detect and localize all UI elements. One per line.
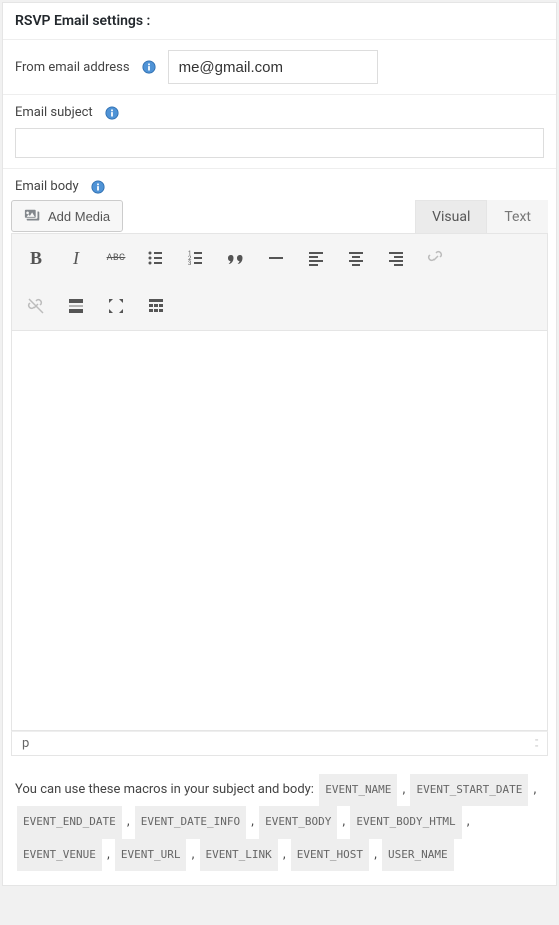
subject-label: Email subject — [15, 105, 93, 120]
resize-handle[interactable]: ······ — [534, 738, 537, 750]
from-email-label: From email address — [15, 60, 130, 75]
bullet-list-button[interactable] — [138, 240, 174, 276]
link-button[interactable] — [418, 240, 454, 276]
align-left-button[interactable] — [298, 240, 334, 276]
info-icon[interactable] — [105, 106, 119, 120]
unlink-button[interactable] — [18, 288, 54, 324]
info-icon[interactable] — [142, 60, 156, 74]
macro-pill: EVENT_LINK — [200, 839, 278, 871]
macro-pill: EVENT_END_DATE — [17, 806, 122, 838]
align-right-button[interactable] — [378, 240, 414, 276]
svg-text:3: 3 — [188, 260, 191, 267]
macro-pill: USER_NAME — [382, 839, 454, 871]
macro-pill: EVENT_START_DATE — [410, 774, 528, 806]
body-label: Email body — [15, 179, 79, 194]
strikethrough-button[interactable]: ABC — [98, 240, 134, 276]
macro-pill: EVENT_DATE_INFO — [135, 806, 246, 838]
panel-heading: RSVP Email settings : — [3, 3, 556, 40]
from-email-section: From email address — [3, 40, 556, 95]
body-section: Email body Add Media Visual Text B I ABC — [3, 169, 556, 764]
macro-pill: EVENT_HOST — [291, 839, 369, 871]
hr-button[interactable] — [258, 240, 294, 276]
numbered-list-button[interactable]: 123 — [178, 240, 214, 276]
tab-visual[interactable]: Visual — [415, 200, 487, 233]
editor-statusbar: p ······ — [11, 731, 548, 756]
from-email-input[interactable] — [168, 50, 378, 84]
insert-more-button[interactable] — [58, 288, 94, 324]
editor-tabs: Visual Text — [415, 200, 548, 233]
align-center-button[interactable] — [338, 240, 374, 276]
editor-content[interactable] — [11, 331, 548, 731]
toolbar-toggle-button[interactable] — [138, 288, 174, 324]
subject-section: Email subject — [3, 95, 556, 169]
blockquote-button[interactable] — [218, 240, 254, 276]
macros-intro: You can use these macros in your subject… — [15, 782, 314, 797]
macro-pill: EVENT_BODY — [259, 806, 337, 838]
fullscreen-button[interactable] — [98, 288, 134, 324]
macro-pill: EVENT_VENUE — [17, 839, 102, 871]
macro-pill: EVENT_BODY_HTML — [350, 806, 461, 838]
subject-input[interactable] — [15, 128, 544, 158]
macros-help: You can use these macros in your subject… — [3, 764, 556, 885]
add-media-label: Add Media — [48, 209, 110, 224]
tab-text[interactable]: Text — [487, 200, 548, 233]
macro-pill: EVENT_NAME — [319, 774, 397, 806]
editor-toolbar: B I ABC 123 — [11, 233, 548, 331]
italic-button[interactable]: I — [58, 240, 94, 276]
media-icon — [24, 207, 42, 225]
element-path[interactable]: p — [22, 736, 29, 751]
info-icon[interactable] — [91, 180, 105, 194]
bold-button[interactable]: B — [18, 240, 54, 276]
rsvp-email-settings-panel: RSVP Email settings : From email address… — [2, 2, 557, 886]
macro-pill: EVENT_URL — [115, 839, 187, 871]
add-media-button[interactable]: Add Media — [11, 200, 123, 232]
